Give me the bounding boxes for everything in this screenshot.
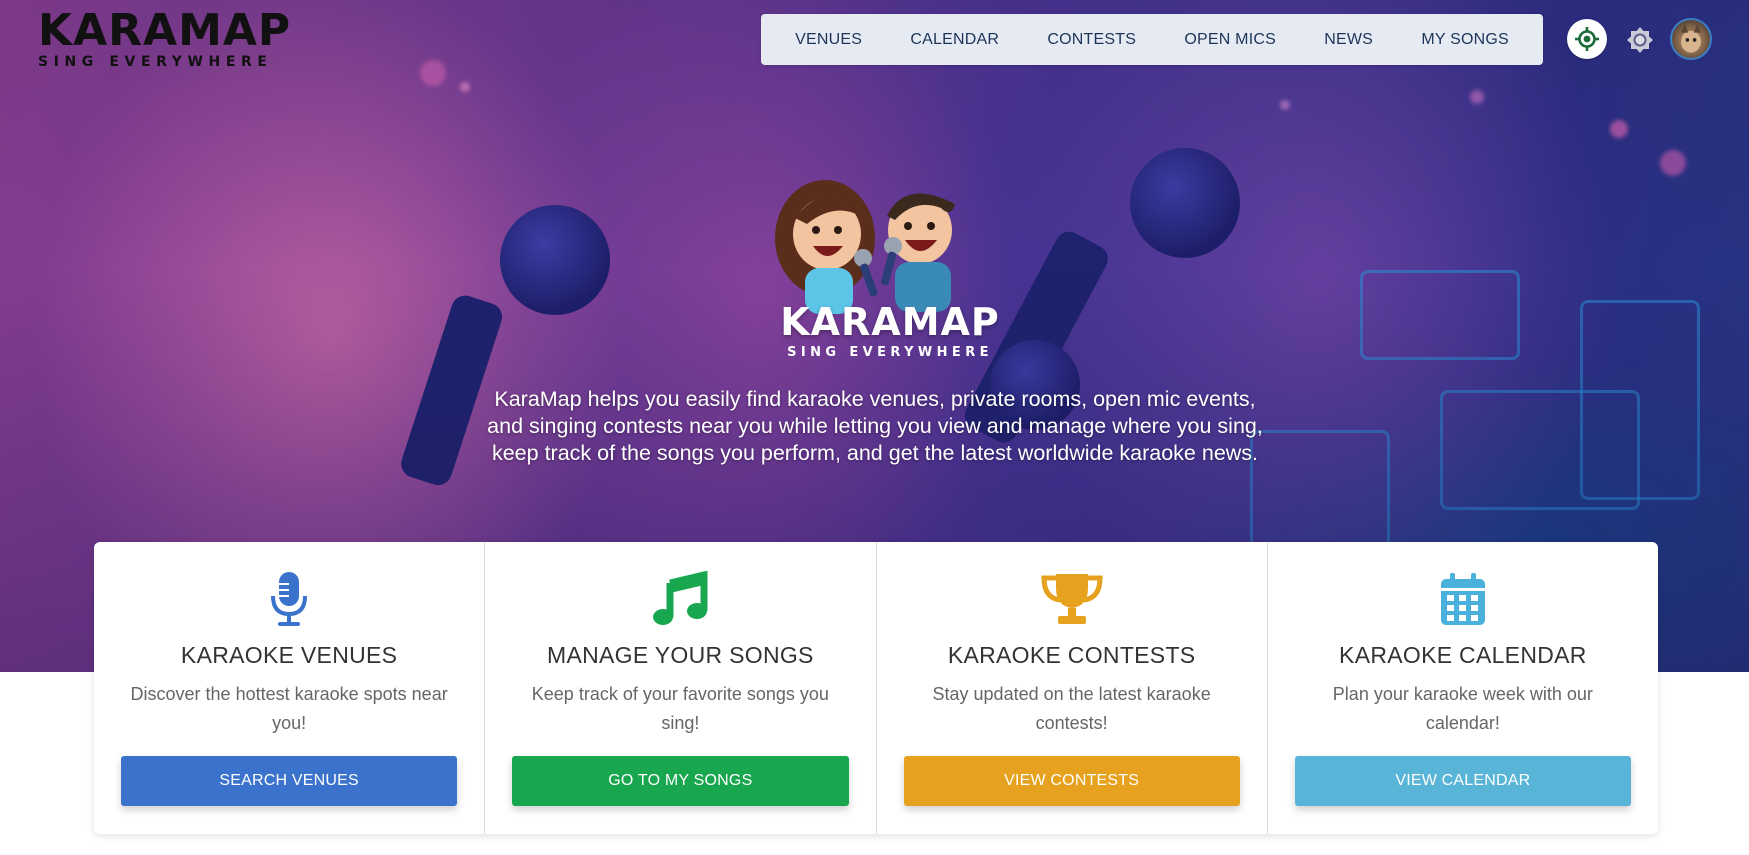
- nav-contests[interactable]: CONTESTS: [1047, 31, 1136, 49]
- microphone-icon: [255, 568, 323, 630]
- nav-calendar[interactable]: CALENDAR: [910, 31, 999, 49]
- card-title: KARAOKE VENUES: [180, 642, 398, 668]
- card-title: KARAOKE CONTESTS: [947, 642, 1196, 668]
- card-karaoke-contests: KARAOKE CONTESTS Stay updated on the lat…: [877, 542, 1268, 834]
- card-description: Plan your karaoke week with our calendar…: [1332, 684, 1593, 733]
- trophy-icon: [1038, 568, 1106, 630]
- intro-line-2: and singing contests near you while lett…: [487, 414, 1263, 438]
- card-karaoke-calendar: KARAOKE CALENDAR Plan your karaoke week …: [1268, 542, 1658, 834]
- nav-open-mics[interactable]: OPEN MICS: [1184, 31, 1276, 49]
- intro-line-1: KaraMap helps you easily find karaoke ve…: [494, 387, 1256, 411]
- view-calendar-button[interactable]: VIEW CALENDAR: [1294, 756, 1631, 806]
- hero-logo-tagline: SING EVERYWHERE: [787, 345, 993, 360]
- view-contests-button[interactable]: VIEW CONTESTS: [903, 756, 1240, 806]
- hero-intro-text: KaraMap helps you easily find karaoke ve…: [440, 386, 1310, 467]
- feature-cards: KARAOKE VENUES Discover the hottest kara…: [94, 542, 1658, 834]
- calendar-icon: [1429, 568, 1497, 630]
- main-nav: VENUES CALENDAR CONTESTS OPEN MICS NEWS …: [761, 14, 1543, 65]
- brand-tagline: SING EVERYWHERE: [38, 54, 273, 70]
- card-title: KARAOKE CALENDAR: [1339, 642, 1587, 668]
- avatar-image: [1681, 23, 1701, 53]
- nav-venues[interactable]: VENUES: [795, 31, 862, 49]
- brand-logo[interactable]: KARAMAP SING EVERYWHERE: [38, 5, 292, 71]
- card-description: Discover the hottest karaoke spots near …: [130, 684, 448, 733]
- intro-line-3: keep track of the songs you perform, and…: [491, 441, 1259, 465]
- music-note-icon: [646, 568, 714, 630]
- sun-brightness-icon: [1627, 27, 1653, 53]
- card-description: Keep track of your favorite songs you si…: [531, 684, 829, 733]
- search-venues-button[interactable]: SEARCH VENUES: [121, 756, 458, 806]
- brand-name: KARAMAP: [38, 5, 292, 56]
- page: KARAMAP SING EVERYWHERE VENUES CALENDAR …: [0, 0, 1749, 855]
- hero-logo-title: KARAMAP: [780, 300, 1000, 344]
- nav-news[interactable]: NEWS: [1324, 31, 1373, 49]
- card-description: Stay updated on the latest karaoke conte…: [932, 684, 1211, 733]
- card-title: MANAGE YOUR SONGS: [547, 642, 814, 668]
- go-to-my-songs-button[interactable]: GO TO MY SONGS: [512, 756, 849, 806]
- location-crosshair-icon: [1575, 27, 1599, 51]
- user-avatar[interactable]: [1670, 18, 1712, 60]
- location-button[interactable]: [1567, 19, 1607, 59]
- nav-my-songs[interactable]: MY SONGS: [1421, 31, 1509, 49]
- theme-toggle-button[interactable]: [1622, 22, 1658, 58]
- card-manage-songs: MANAGE YOUR SONGS Keep track of your fav…: [485, 542, 877, 834]
- card-karaoke-venues: KARAOKE VENUES Discover the hottest kara…: [94, 542, 486, 834]
